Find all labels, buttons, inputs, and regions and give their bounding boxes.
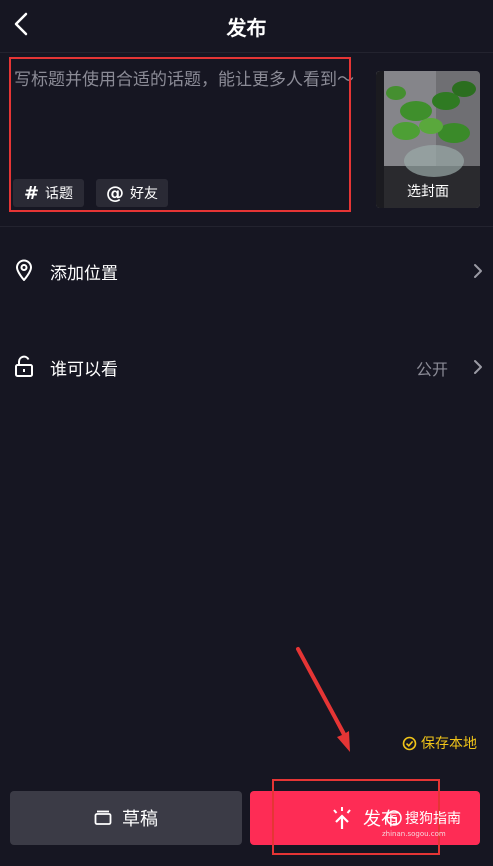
watermark-text: 搜狗指南 xyxy=(405,811,461,827)
watermark: S 搜狗指南 xyxy=(386,808,461,828)
visibility-row[interactable]: 谁可以看 公开 xyxy=(0,336,493,396)
divider xyxy=(0,226,493,227)
sogou-logo-icon: S xyxy=(386,810,402,826)
cover-picker[interactable]: 选封面 xyxy=(376,71,480,208)
drafts-box-icon xyxy=(94,810,112,825)
visibility-value: 公开 xyxy=(416,360,449,379)
chevron-right-icon xyxy=(474,264,482,278)
watermark-url: zhinan.sogou.com xyxy=(382,830,446,838)
page-title: 发布 xyxy=(226,16,267,40)
svg-text:S: S xyxy=(391,814,397,825)
check-circle-icon xyxy=(402,736,417,750)
draft-button-label: 草稿 xyxy=(122,809,158,830)
location-pin-icon xyxy=(15,259,33,281)
cover-label: 选封面 xyxy=(407,184,449,200)
annotation-arrow xyxy=(296,647,350,752)
visibility-label: 谁可以看 xyxy=(50,360,118,380)
annotation-highlight-box xyxy=(9,57,351,212)
draft-button[interactable]: 草稿 xyxy=(10,791,242,845)
add-location-label: 添加位置 xyxy=(50,264,118,284)
save-local-label: 保存本地 xyxy=(421,736,477,752)
save-local-toggle[interactable]: 保存本地 xyxy=(402,733,477,753)
chevron-right-icon xyxy=(474,360,482,374)
unlock-icon xyxy=(15,355,33,377)
add-location-row[interactable]: 添加位置 xyxy=(0,240,493,300)
